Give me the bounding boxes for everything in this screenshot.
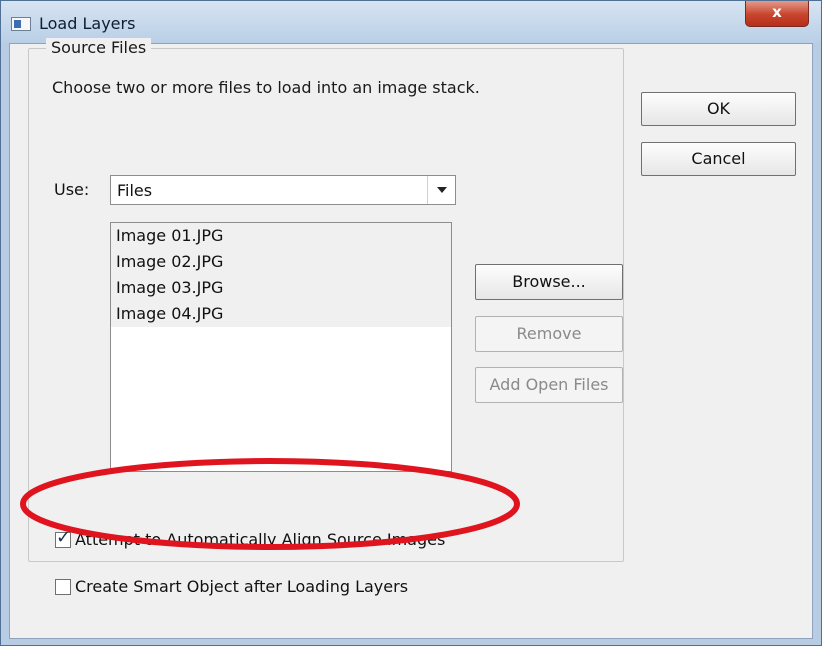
cancel-button[interactable]: Cancel — [641, 142, 796, 176]
app-icon — [11, 17, 31, 31]
use-select[interactable]: Files — [110, 175, 456, 205]
smart-object-option-row[interactable]: Create Smart Object after Loading Layers — [55, 577, 408, 596]
align-option-row[interactable]: ✓ Attempt to Automatically Align Source I… — [55, 527, 445, 549]
window-title: Load Layers — [39, 14, 136, 33]
align-checkbox-label[interactable]: Attempt to Automatically Align Source Im… — [75, 530, 445, 549]
file-list[interactable]: Image 01.JPG Image 02.JPG Image 03.JPG I… — [110, 222, 452, 472]
close-button[interactable]: x — [745, 1, 809, 27]
list-item[interactable]: Image 03.JPG — [111, 275, 451, 301]
smart-object-checkbox-label[interactable]: Create Smart Object after Loading Layers — [75, 577, 408, 596]
remove-button[interactable]: Remove — [475, 316, 623, 352]
use-select-value: Files — [117, 181, 153, 200]
add-open-files-button[interactable]: Add Open Files — [475, 367, 623, 403]
checkmark-icon: ✓ — [56, 527, 72, 548]
title-bar: Load Layers x — [1, 1, 821, 43]
align-checkbox[interactable]: ✓ — [55, 527, 72, 548]
chevron-down-icon[interactable] — [427, 176, 455, 204]
browse-button[interactable]: Browse... — [475, 264, 623, 300]
list-item[interactable]: Image 01.JPG — [111, 223, 451, 249]
smart-object-checkbox[interactable] — [55, 579, 71, 595]
list-item[interactable]: Image 02.JPG — [111, 249, 451, 275]
source-files-description: Choose two or more files to load into an… — [52, 78, 480, 97]
source-files-label: Source Files — [46, 38, 152, 57]
list-item[interactable]: Image 04.JPG — [111, 301, 451, 327]
use-label: Use: — [54, 180, 90, 199]
close-icon: x — [772, 3, 782, 21]
ok-button[interactable]: OK — [641, 92, 796, 126]
